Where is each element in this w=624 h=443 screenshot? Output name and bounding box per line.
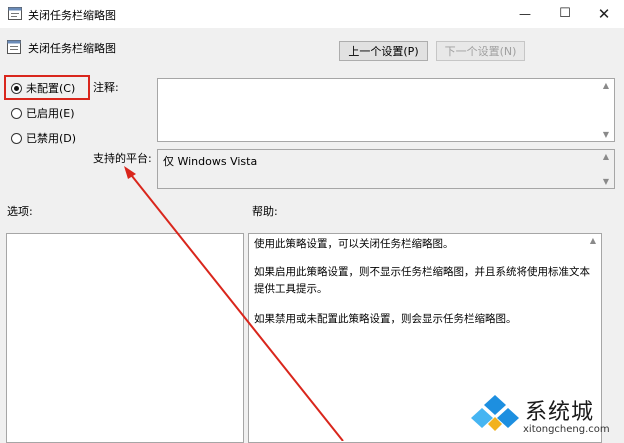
watermark-brand: 系统城 — [525, 400, 595, 425]
xitongcheng-logo-icon — [471, 395, 519, 431]
annotation-arrow — [124, 166, 344, 441]
watermark-domain: xitongcheng.com — [523, 424, 610, 435]
